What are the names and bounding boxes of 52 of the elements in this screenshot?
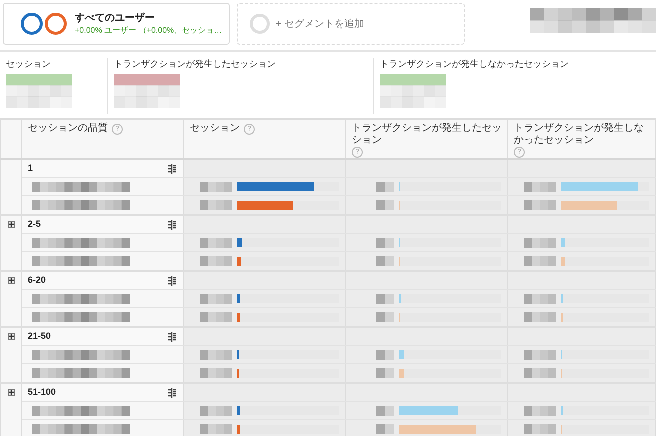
segment-summary: +0.00% ユーザー （+0.00%、セッショ… [75, 25, 222, 36]
blurred-value [524, 238, 556, 248]
blurred-value [376, 350, 394, 360]
blurred-value [200, 406, 232, 416]
blurred-value [200, 368, 232, 378]
blurred-value [376, 294, 394, 304]
expand-icon[interactable] [8, 333, 14, 340]
blurred-value [524, 350, 556, 360]
column-header[interactable]: トランザクションが発生しなかったセッション [514, 123, 653, 147]
metric-title: トランザクションが発生しなかったセッション [380, 58, 570, 70]
blurred-value [376, 256, 394, 266]
add-segment-button[interactable]: + セグメントを追加 [237, 3, 465, 45]
segment-title: すべてのユーザー [75, 12, 156, 25]
group-label: 2-5 [28, 218, 42, 231]
expand-icon[interactable] [8, 389, 14, 396]
blurred-value [524, 294, 556, 304]
segment-card[interactable]: すべてのユーザー +0.00% ユーザー （+0.00%、セッショ… [3, 3, 230, 45]
pivot-icon[interactable] [167, 220, 177, 230]
metric-title: セッション [6, 58, 52, 70]
blurred-value [200, 238, 232, 248]
blurred-value [376, 182, 394, 192]
group-label: 6-20 [28, 274, 46, 287]
expand-icon[interactable] [8, 277, 14, 284]
blurred-value [524, 406, 556, 416]
blurred-value [200, 350, 232, 360]
pivot-icon[interactable] [167, 388, 177, 398]
group-label: 51-100 [28, 386, 56, 399]
blurred-value [376, 238, 394, 248]
column-header[interactable]: セッションの品質 [28, 123, 108, 135]
blurred-value [200, 200, 232, 210]
expand-icon[interactable] [8, 221, 14, 228]
metric-title: トランザクションが発生したセッション [114, 58, 277, 70]
blurred-value [524, 200, 556, 210]
pivot-icon[interactable] [167, 276, 177, 286]
blurred-value [376, 312, 394, 322]
blurred-value [200, 256, 232, 266]
blurred-value [524, 256, 556, 266]
blurred-value [524, 182, 556, 192]
group-label: 21-50 [28, 330, 52, 343]
blurred-value [524, 368, 556, 378]
pivot-icon[interactable] [167, 332, 177, 342]
blurred-value [376, 368, 394, 378]
group-label: 1 [28, 162, 34, 175]
blurred-value [200, 182, 232, 192]
blurred-value [376, 406, 394, 416]
blurred-value [376, 200, 394, 210]
blurred-value [200, 312, 232, 322]
pivot-icon[interactable] [167, 164, 177, 174]
column-header[interactable]: セッション [190, 123, 240, 135]
blurred-value [524, 312, 556, 322]
blurred-value [200, 294, 232, 304]
column-header[interactable]: トランザクションが発生したセッション [352, 123, 505, 147]
